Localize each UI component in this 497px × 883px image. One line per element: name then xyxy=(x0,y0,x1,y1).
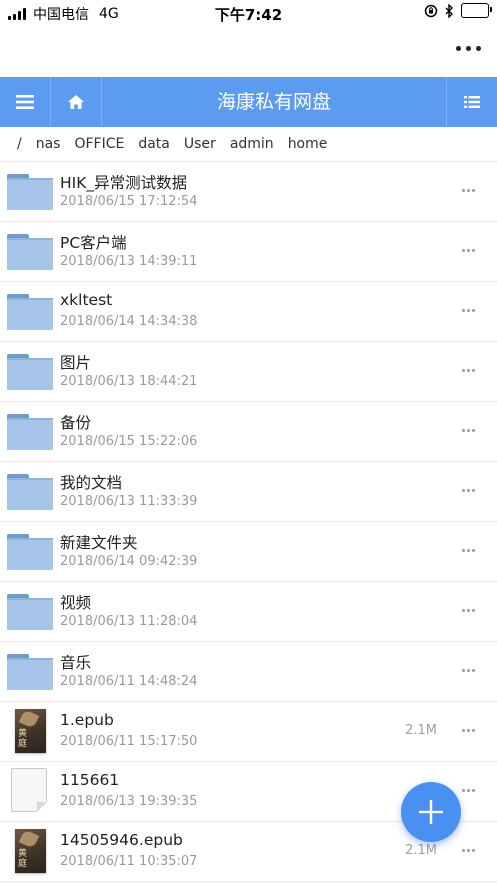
file-row[interactable]: xkltest 2018/06/14 14:34:38 xyxy=(0,282,497,342)
more-options-icon[interactable] xyxy=(456,46,481,51)
top-more-row xyxy=(0,26,497,76)
file-name: 1.epub xyxy=(60,711,114,729)
ellipsis-icon[interactable] xyxy=(458,485,479,496)
file-name: 115661 xyxy=(60,771,120,789)
ellipsis-icon[interactable] xyxy=(458,785,479,796)
file-row[interactable]: 图片 2018/06/13 18:44:21 xyxy=(0,342,497,402)
list-view-button[interactable] xyxy=(446,77,497,127)
file-date: 2018/06/11 15:17:50 xyxy=(60,734,198,749)
file-row[interactable]: HIK_异常测试数据 2018/06/15 17:12:54 xyxy=(0,162,497,222)
file-date: 2018/06/15 17:12:54 xyxy=(60,194,198,209)
home-button[interactable] xyxy=(51,77,102,127)
header-title: 海康私有网盘 xyxy=(216,91,331,113)
ellipsis-icon[interactable] xyxy=(458,185,479,196)
bluetooth-icon xyxy=(445,3,453,18)
folder-icon xyxy=(7,472,55,512)
folder-icon xyxy=(7,352,55,392)
file-name: xkltest xyxy=(60,291,113,309)
list-icon xyxy=(464,96,480,108)
breadcrumb-admin[interactable]: admin xyxy=(230,136,274,152)
file-name: 备份 xyxy=(60,414,92,432)
file-date: 2018/06/13 14:39:11 xyxy=(60,254,198,269)
file-row[interactable]: PC客户端 2018/06/13 14:39:11 xyxy=(0,222,497,282)
folder-icon xyxy=(7,292,55,332)
folder-icon xyxy=(7,532,55,572)
breadcrumb-root[interactable]: / xyxy=(17,136,22,152)
ellipsis-icon[interactable] xyxy=(458,665,479,676)
file-date: 2018/06/13 18:44:21 xyxy=(60,374,198,389)
document-icon xyxy=(11,768,47,812)
ellipsis-icon[interactable] xyxy=(458,425,479,436)
breadcrumb-home[interactable]: home xyxy=(288,136,328,152)
ellipsis-icon[interactable] xyxy=(458,365,479,376)
file-row[interactable]: 新建文件夹 2018/06/14 09:42:39 xyxy=(0,522,497,582)
folder-icon xyxy=(7,592,55,632)
hamburger-icon xyxy=(16,95,34,109)
home-icon xyxy=(68,95,84,109)
breadcrumb: / nas OFFICE data User admin home xyxy=(0,127,497,162)
status-bar: 中国电信 4G 下午7:42 xyxy=(0,0,497,26)
file-date: 2018/06/13 11:33:39 xyxy=(60,494,198,509)
book-cover-icon: 黄庭 xyxy=(15,709,46,753)
file-date: 2018/06/13 19:39:35 xyxy=(60,794,198,809)
status-time: 下午7:42 xyxy=(214,6,283,24)
app-header: 海康私有网盘 xyxy=(0,77,497,127)
file-name: 视频 xyxy=(60,594,92,612)
file-list: HIK_异常测试数据 2018/06/15 17:12:54 PC客户端 201… xyxy=(0,162,497,882)
menu-button[interactable] xyxy=(0,77,51,127)
breadcrumb-nas[interactable]: nas xyxy=(36,136,61,152)
ellipsis-icon[interactable] xyxy=(458,725,479,736)
file-date: 2018/06/15 15:22:06 xyxy=(60,434,198,449)
ellipsis-icon[interactable] xyxy=(458,605,479,616)
file-name: PC客户端 xyxy=(60,234,127,252)
file-row[interactable]: 我的文档 2018/06/13 11:33:39 xyxy=(0,462,497,522)
file-row[interactable]: 视频 2018/06/13 11:28:04 xyxy=(0,582,497,642)
file-name: HIK_异常测试数据 xyxy=(60,174,188,192)
file-name: 新建文件夹 xyxy=(60,534,138,552)
status-right xyxy=(424,3,492,18)
file-row[interactable]: 备份 2018/06/15 15:22:06 xyxy=(0,402,497,462)
ellipsis-icon[interactable] xyxy=(458,305,479,316)
folder-icon xyxy=(7,652,55,692)
file-row[interactable]: 音乐 2018/06/11 14:48:24 xyxy=(0,642,497,702)
file-date: 2018/06/14 09:42:39 xyxy=(60,554,198,569)
breadcrumb-data[interactable]: data xyxy=(138,136,170,152)
file-date: 2018/06/14 14:34:38 xyxy=(60,314,198,329)
file-name: 图片 xyxy=(60,354,92,372)
file-size: 2.1M xyxy=(405,843,437,858)
plus-icon xyxy=(419,800,443,824)
folder-icon xyxy=(7,412,55,452)
file-date: 2018/06/13 11:28:04 xyxy=(60,614,198,629)
ellipsis-icon[interactable] xyxy=(458,845,479,856)
ellipsis-icon[interactable] xyxy=(458,245,479,256)
folder-icon xyxy=(7,232,55,272)
file-row[interactable]: 黄庭 1.epub 2018/06/11 15:17:50 2.1M xyxy=(0,702,497,762)
battery-icon xyxy=(461,3,492,18)
file-name: 我的文档 xyxy=(60,474,123,492)
rotation-lock-icon xyxy=(424,4,438,17)
breadcrumb-user[interactable]: User xyxy=(184,136,216,152)
file-size: 2.1M xyxy=(405,723,437,738)
file-name: 音乐 xyxy=(60,654,92,672)
file-date: 2018/06/11 14:48:24 xyxy=(60,674,198,689)
add-button[interactable] xyxy=(401,782,461,842)
breadcrumb-office[interactable]: OFFICE xyxy=(74,136,124,152)
ellipsis-icon[interactable] xyxy=(458,545,479,556)
file-date: 2018/06/11 10:35:07 xyxy=(60,854,198,869)
file-name: 14505946.epub xyxy=(60,831,183,849)
folder-icon xyxy=(7,172,55,212)
book-cover-icon: 黄庭 xyxy=(15,829,46,873)
